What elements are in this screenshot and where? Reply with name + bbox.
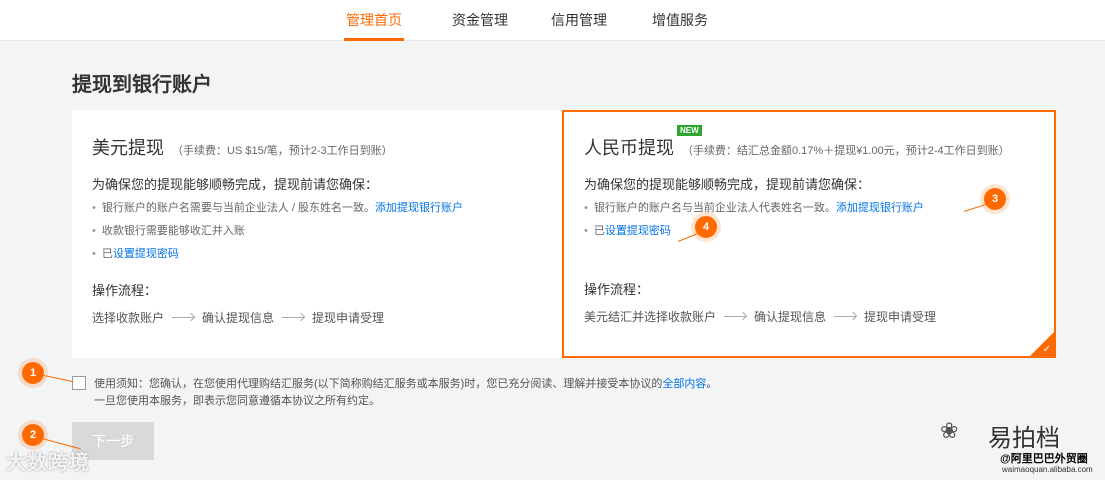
- check-icon: ✓: [1042, 344, 1051, 355]
- usd-checklist: 银行账户的账户名需要与当前企业法人 / 股东姓名一致。添加提现银行账户 收款银行…: [92, 197, 562, 266]
- arrow-right-icon: [282, 317, 305, 318]
- watermark-account-name: @阿里巴巴外贸圈: [1000, 453, 1088, 465]
- usd-card-fee: （手续费：US $15/笔，预计2-3工作日到账）: [172, 145, 393, 157]
- usd-item2-text: 收款银行需要能够收汇并入账: [101, 225, 245, 237]
- tab-home[interactable]: 管理首页: [344, 10, 404, 41]
- watermark-url: waimaoquan.alibaba.com: [1002, 465, 1093, 474]
- rmb-set-password-link[interactable]: 设置提现密码: [605, 225, 671, 237]
- flow-step: 提现申请受理: [312, 311, 385, 325]
- agreement-line1: 使用须知：您确认，在您使用代理购结汇服务(以下简称购结汇服务或本服务)时，您已充…: [94, 378, 663, 390]
- usd-withdraw-card[interactable]: 美元提现 （手续费：US $15/笔，预计2-3工作日到账） 为确保您的提现能够…: [72, 110, 562, 358]
- arrow-right-icon: [172, 317, 195, 318]
- tab-value-added[interactable]: 增值服务: [652, 10, 708, 30]
- top-nav: 管理首页 资金管理 信用管理 增值服务: [0, 0, 1105, 41]
- withdraw-options-panel: 美元提现 （手续费：US $15/笔，预计2-3工作日到账） 为确保您的提现能够…: [72, 110, 1056, 358]
- agreement-line2: 一旦您使用本服务，即表示您同意遵循本协议之所有约定。: [94, 395, 380, 407]
- usd-card-intro: 为确保您的提现能够顺畅完成，提现前请您确保：: [92, 177, 379, 192]
- flow-step: 美元结汇并选择收款账户: [584, 310, 717, 324]
- annotation-marker-1: 1: [22, 362, 44, 384]
- agreement-checkbox[interactable]: [72, 376, 86, 390]
- annotation-marker-2: 2: [22, 424, 44, 446]
- wechat-icon: ❀: [940, 418, 959, 443]
- agreement-full-content-link[interactable]: 全部内容: [662, 378, 706, 390]
- flow-step: 选择收款账户: [92, 311, 165, 325]
- watermark-brand: 易拍档: [988, 425, 1060, 452]
- usd-card-title: 美元提现: [92, 138, 164, 158]
- flow-step: 确认提现信息: [202, 311, 275, 325]
- list-item: 已设置提现密码: [92, 243, 562, 266]
- flow-step: 确认提现信息: [754, 310, 827, 324]
- arrow-right-icon: [724, 316, 747, 317]
- rmb-card-fee: （手续费：结汇总金额0.17%＋提现¥1.00元，预计2-4工作日到账）: [682, 145, 1010, 157]
- agreement-line1-end: 。: [706, 378, 718, 390]
- usd-set-password-link[interactable]: 设置提现密码: [113, 248, 179, 260]
- usd-item1-text: 银行账户的账户名需要与当前企业法人 / 股东姓名一致。: [101, 202, 376, 214]
- annotation-marker-3: 3: [984, 188, 1006, 210]
- rmb-card-title: 人民币提现: [584, 138, 674, 158]
- rmb-item2-prefix: 已: [593, 225, 605, 237]
- list-item: 银行账户的账户名需要与当前企业法人 / 股东姓名一致。添加提现银行账户: [92, 197, 562, 220]
- list-item: 收款银行需要能够收汇并入账: [92, 220, 562, 243]
- arrow-right-icon: [834, 316, 857, 317]
- annotation-marker-4: 4: [695, 216, 717, 238]
- usd-item3-prefix: 已: [101, 248, 113, 260]
- agreement-text: 使用须知：您确认，在您使用代理购结汇服务(以下简称购结汇服务或本服务)时，您已充…: [94, 376, 854, 410]
- annotation-pointer: [43, 375, 74, 383]
- tab-funds[interactable]: 资金管理: [452, 10, 508, 30]
- usd-flow: 选择收款账户 确认提现信息 提现申请受理: [92, 309, 562, 326]
- usd-add-bank-account-link[interactable]: 添加提现银行账户: [375, 202, 463, 214]
- tab-credit[interactable]: 信用管理: [551, 10, 607, 30]
- flow-step: 提现申请受理: [864, 310, 937, 324]
- usd-flow-label: 操作流程：: [92, 283, 158, 298]
- page-title: 提现到银行账户: [72, 74, 212, 96]
- rmb-flow-label: 操作流程：: [584, 282, 650, 297]
- rmb-item1-text: 银行账户的账户名与当前企业法人代表姓名一致。: [593, 202, 836, 214]
- rmb-add-bank-account-link[interactable]: 添加提现银行账户: [836, 202, 924, 214]
- rmb-card-intro: 为确保您的提现能够顺畅完成，提现前请您确保：: [584, 177, 871, 192]
- new-badge: NEW: [677, 125, 702, 136]
- watermark-left: 大数跨境: [6, 452, 90, 474]
- rmb-withdraw-card[interactable]: NEW 人民币提现 （手续费：结汇总金额0.17%＋提现¥1.00元，预计2-4…: [562, 110, 1056, 358]
- list-item: 已设置提现密码: [584, 220, 1054, 243]
- rmb-flow: 美元结汇并选择收款账户 确认提现信息 提现申请受理: [584, 308, 1054, 325]
